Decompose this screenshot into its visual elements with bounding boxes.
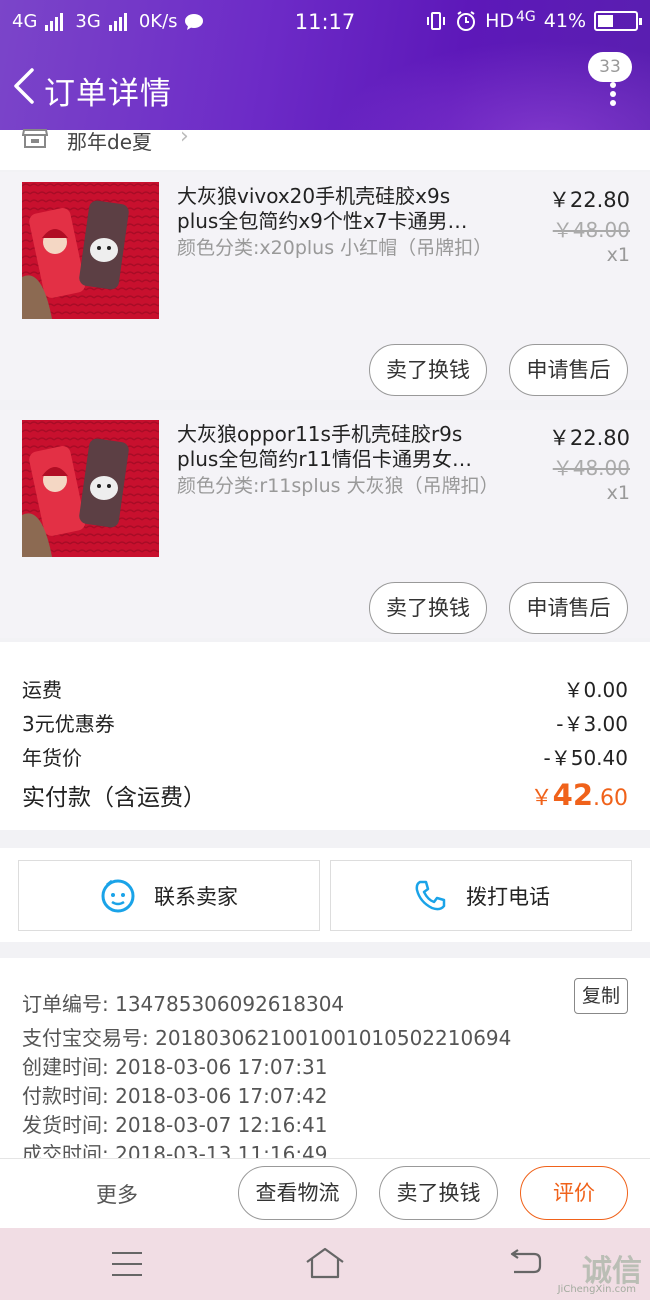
alarm-icon: [457, 11, 476, 31]
chevron-right-icon: ›: [180, 124, 189, 149]
total-label: 实付款（含运费）: [22, 785, 206, 811]
total-integer: 42: [552, 778, 593, 812]
coupon-label: 3元优惠券: [22, 712, 115, 736]
festival-price-row: 年货价 -￥50.40: [22, 742, 628, 771]
cost-summary: 运费 ￥0.00 3元优惠券 -￥3.00 年货价 -￥50.40 实付款（含运…: [0, 642, 650, 830]
product-price: ￥22.80: [548, 426, 630, 450]
total-value: ￥42.60: [531, 778, 628, 812]
network-4g: 4G: [516, 9, 536, 25]
phone-icon: [415, 880, 446, 910]
product-item[interactable]: 大灰狼vivox20手机壳硅胶x9s plus全包简约x9个性x7卡通男… 颜色…: [0, 172, 650, 400]
coupon-value: -￥3.00: [556, 712, 628, 736]
chat-face-icon: [101, 879, 135, 912]
menu-icon[interactable]: [112, 1252, 142, 1276]
bottom-action-bar: 更多 查看物流 卖了换钱 评价: [0, 1158, 650, 1228]
more-link[interactable]: 更多: [96, 1179, 138, 1209]
sell-for-cash-button[interactable]: 卖了换钱: [369, 344, 487, 396]
battery-percent: 41%: [543, 10, 586, 32]
product-image[interactable]: [22, 420, 159, 557]
contact-section: 联系卖家 拨打电话: [0, 848, 650, 942]
completed-time: 成交时间: 2018-03-13 11:16:49: [22, 1142, 328, 1158]
review-button[interactable]: 评价: [520, 1166, 628, 1220]
watermark-site: JiChengXin.com: [557, 1284, 636, 1295]
shop-icon: [22, 129, 48, 148]
product-spec: 颜色分类:r11splus 大灰狼（吊牌扣）: [177, 475, 499, 497]
total-decimal: .60: [593, 786, 628, 811]
page-header: 订单详情 33: [0, 44, 650, 130]
system-nav-bar: 诚信 JiChengXin.com: [0, 1228, 650, 1300]
product-spec: 颜色分类:x20plus 小红帽（吊牌扣）: [177, 237, 493, 259]
copy-button[interactable]: 复制: [574, 978, 628, 1014]
festival-value: -￥50.40: [543, 746, 628, 770]
call-phone-label: 拨打电话: [466, 884, 550, 909]
back-nav-icon[interactable]: [508, 1246, 542, 1280]
paid-time: 付款时间: 2018-03-06 17:07:42: [22, 1084, 328, 1108]
coupon-row: 3元优惠券 -￥3.00: [22, 708, 628, 737]
contact-seller-label: 联系卖家: [154, 884, 238, 909]
product-image[interactable]: [22, 182, 159, 319]
order-info: 订单编号: 134785306092618304 复制 支付宝交易号: 2018…: [0, 958, 650, 1158]
shipping-label: 运费: [22, 678, 62, 702]
product-quantity: x1: [606, 482, 630, 504]
shipping-value: ￥0.00: [563, 678, 628, 702]
sell-for-cash-button[interactable]: 卖了换钱: [369, 582, 487, 634]
shipping-row: 运费 ￥0.00: [22, 674, 628, 703]
call-phone-button[interactable]: 拨打电话: [330, 860, 632, 931]
product-original-price: ￥48.00: [552, 456, 630, 480]
product-original-price: ￥48.00: [552, 218, 630, 242]
more-menu-icon[interactable]: [608, 82, 618, 106]
home-icon[interactable]: [304, 1246, 346, 1280]
product-title[interactable]: 大灰狼oppor11s手机壳硅胶r9s plus全包简约r11情侣卡通男女…: [177, 422, 497, 472]
product-title[interactable]: 大灰狼vivox20手机壳硅胶x9s plus全包简约x9个性x7卡通男…: [177, 184, 497, 234]
sell-for-cash-button-bottom[interactable]: 卖了换钱: [379, 1166, 498, 1220]
order-number: 订单编号: 134785306092618304: [22, 992, 345, 1016]
message-count-badge[interactable]: 33: [588, 52, 632, 82]
status-right: HD 4G 41%: [425, 9, 642, 32]
status-bar: 4G 3G 0K/s 11:17 HD 4G 41%: [0, 0, 650, 44]
contact-seller-button[interactable]: 联系卖家: [18, 860, 320, 931]
network-hd: HD: [485, 10, 514, 32]
shop-row[interactable]: 那年de夏 ›: [0, 124, 650, 170]
shipped-time: 发货时间: 2018-03-07 12:16:41: [22, 1113, 328, 1137]
created-time: 创建时间: 2018-03-06 17:07:31: [22, 1055, 328, 1079]
apply-aftersale-button[interactable]: 申请售后: [509, 344, 628, 396]
view-logistics-button[interactable]: 查看物流: [238, 1166, 357, 1220]
total-currency: ￥: [530, 786, 553, 811]
total-row: 实付款（含运费） ￥42.60: [22, 778, 628, 812]
festival-label: 年货价: [22, 746, 82, 770]
apply-aftersale-button[interactable]: 申请售后: [509, 582, 628, 634]
product-item[interactable]: 大灰狼oppor11s手机壳硅胶r9s plus全包简约r11情侣卡通男女… 颜…: [0, 410, 650, 638]
alipay-trade-number: 支付宝交易号: 2018030621001001010502210694: [22, 1026, 512, 1050]
product-quantity: x1: [606, 244, 630, 266]
vibrate-icon: [427, 12, 446, 30]
battery-icon: [594, 11, 642, 31]
product-price: ￥22.80: [548, 188, 630, 212]
page-title: 订单详情: [44, 76, 172, 112]
back-arrow-icon[interactable]: [10, 66, 40, 106]
shop-name[interactable]: 那年de夏: [67, 126, 152, 155]
